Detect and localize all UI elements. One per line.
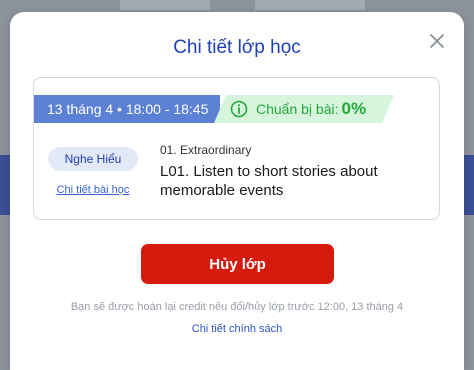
cancel-class-button[interactable]: Hủy lớp <box>141 244 334 284</box>
modal-title: Chi tiết lớp học <box>173 37 301 58</box>
backdrop-blue-left <box>0 155 10 215</box>
lesson-title: L01. Listen to short stories about memor… <box>160 163 378 199</box>
close-icon[interactable] <box>428 32 446 50</box>
class-detail-modal: Chi tiết lớp học 13 tháng 4 • 18:00 - 18… <box>10 12 464 370</box>
policy-detail-link[interactable]: Chi tiết chính sách <box>10 323 464 335</box>
backdrop-blue-right <box>464 155 474 215</box>
preparation-label: Chuẩn bị bài: <box>256 101 339 117</box>
skill-tag: Nghe Hiểu <box>48 147 138 171</box>
refund-note: Bạn sẽ được hoàn lại credit nếu đổi/hủy … <box>70 301 404 313</box>
lesson-detail-link[interactable]: Chi tiết bài học <box>48 184 138 196</box>
backdrop-strip-top <box>120 0 210 10</box>
info-circle-icon <box>230 100 248 118</box>
preparation-badge: Chuẩn bị bài: 0% <box>214 95 394 123</box>
unit-name: 01. Extraordinary <box>160 143 252 157</box>
class-datetime-badge: 13 tháng 4 • 18:00 - 18:45 <box>34 95 220 123</box>
preparation-value: 0% <box>341 99 367 118</box>
class-card: 13 tháng 4 • 18:00 - 18:45 Chuẩn bị bài:… <box>33 77 440 220</box>
backdrop-strip-top-right <box>255 0 365 10</box>
